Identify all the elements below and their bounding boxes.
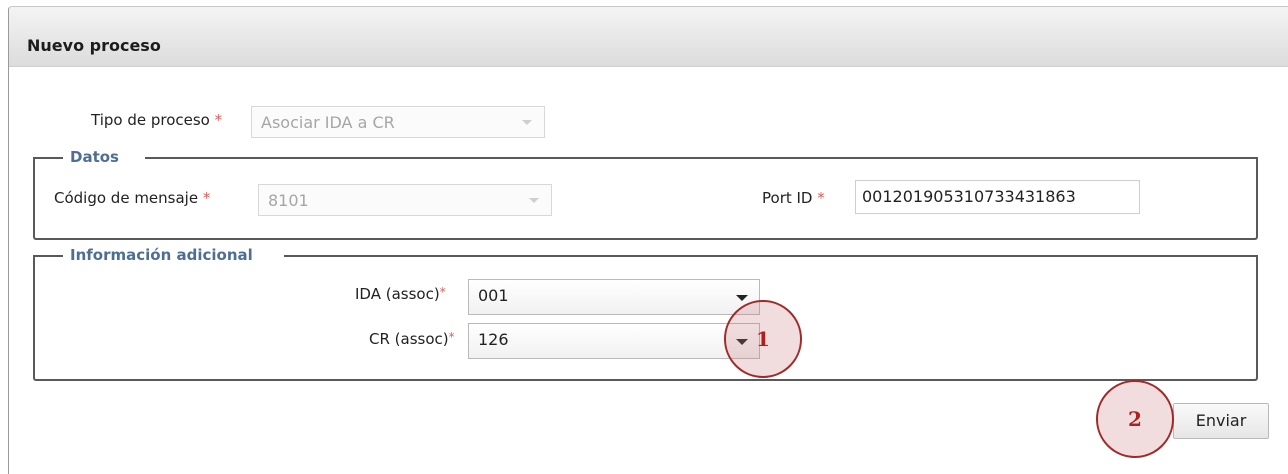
process-type-select[interactable]: Asociar IDA a CR: [251, 106, 545, 138]
cr-assoc-select[interactable]: 126: [468, 323, 760, 359]
message-code-label: Código de mensaje *: [54, 189, 211, 207]
required-asterisk: *: [817, 189, 825, 207]
callout-marker-2: 2: [1096, 380, 1174, 458]
panel-header: Nuevo proceso: [9, 7, 1288, 67]
chevron-down-icon[interactable]: [736, 295, 748, 301]
required-asterisk: *: [439, 285, 446, 299]
chevron-down-icon: [522, 120, 532, 125]
new-process-panel: Nuevo proceso: [8, 6, 1288, 474]
required-asterisk: *: [448, 330, 455, 344]
cr-assoc-label: CR (assoc)*: [369, 330, 455, 348]
datos-legend: Datos: [68, 148, 121, 166]
callout-marker-1: 1: [724, 300, 802, 378]
ida-assoc-label: IDA (assoc)*: [355, 285, 446, 303]
ida-assoc-select[interactable]: 001: [468, 279, 760, 315]
port-id-label: Port ID *: [762, 189, 825, 207]
required-asterisk: *: [202, 189, 211, 207]
message-code-select[interactable]: 8101: [258, 184, 552, 216]
chevron-down-icon: [529, 198, 539, 203]
additional-info-fieldset: [33, 255, 1258, 381]
additional-info-legend: Información adicional: [68, 246, 255, 264]
port-id-input[interactable]: 00120190531073343186​3: [855, 180, 1140, 214]
panel-title: Nuevo proceso: [27, 36, 161, 55]
process-type-label: Tipo de proceso *: [91, 111, 223, 129]
submit-button[interactable]: Enviar: [1173, 403, 1269, 439]
required-asterisk: *: [214, 111, 223, 129]
